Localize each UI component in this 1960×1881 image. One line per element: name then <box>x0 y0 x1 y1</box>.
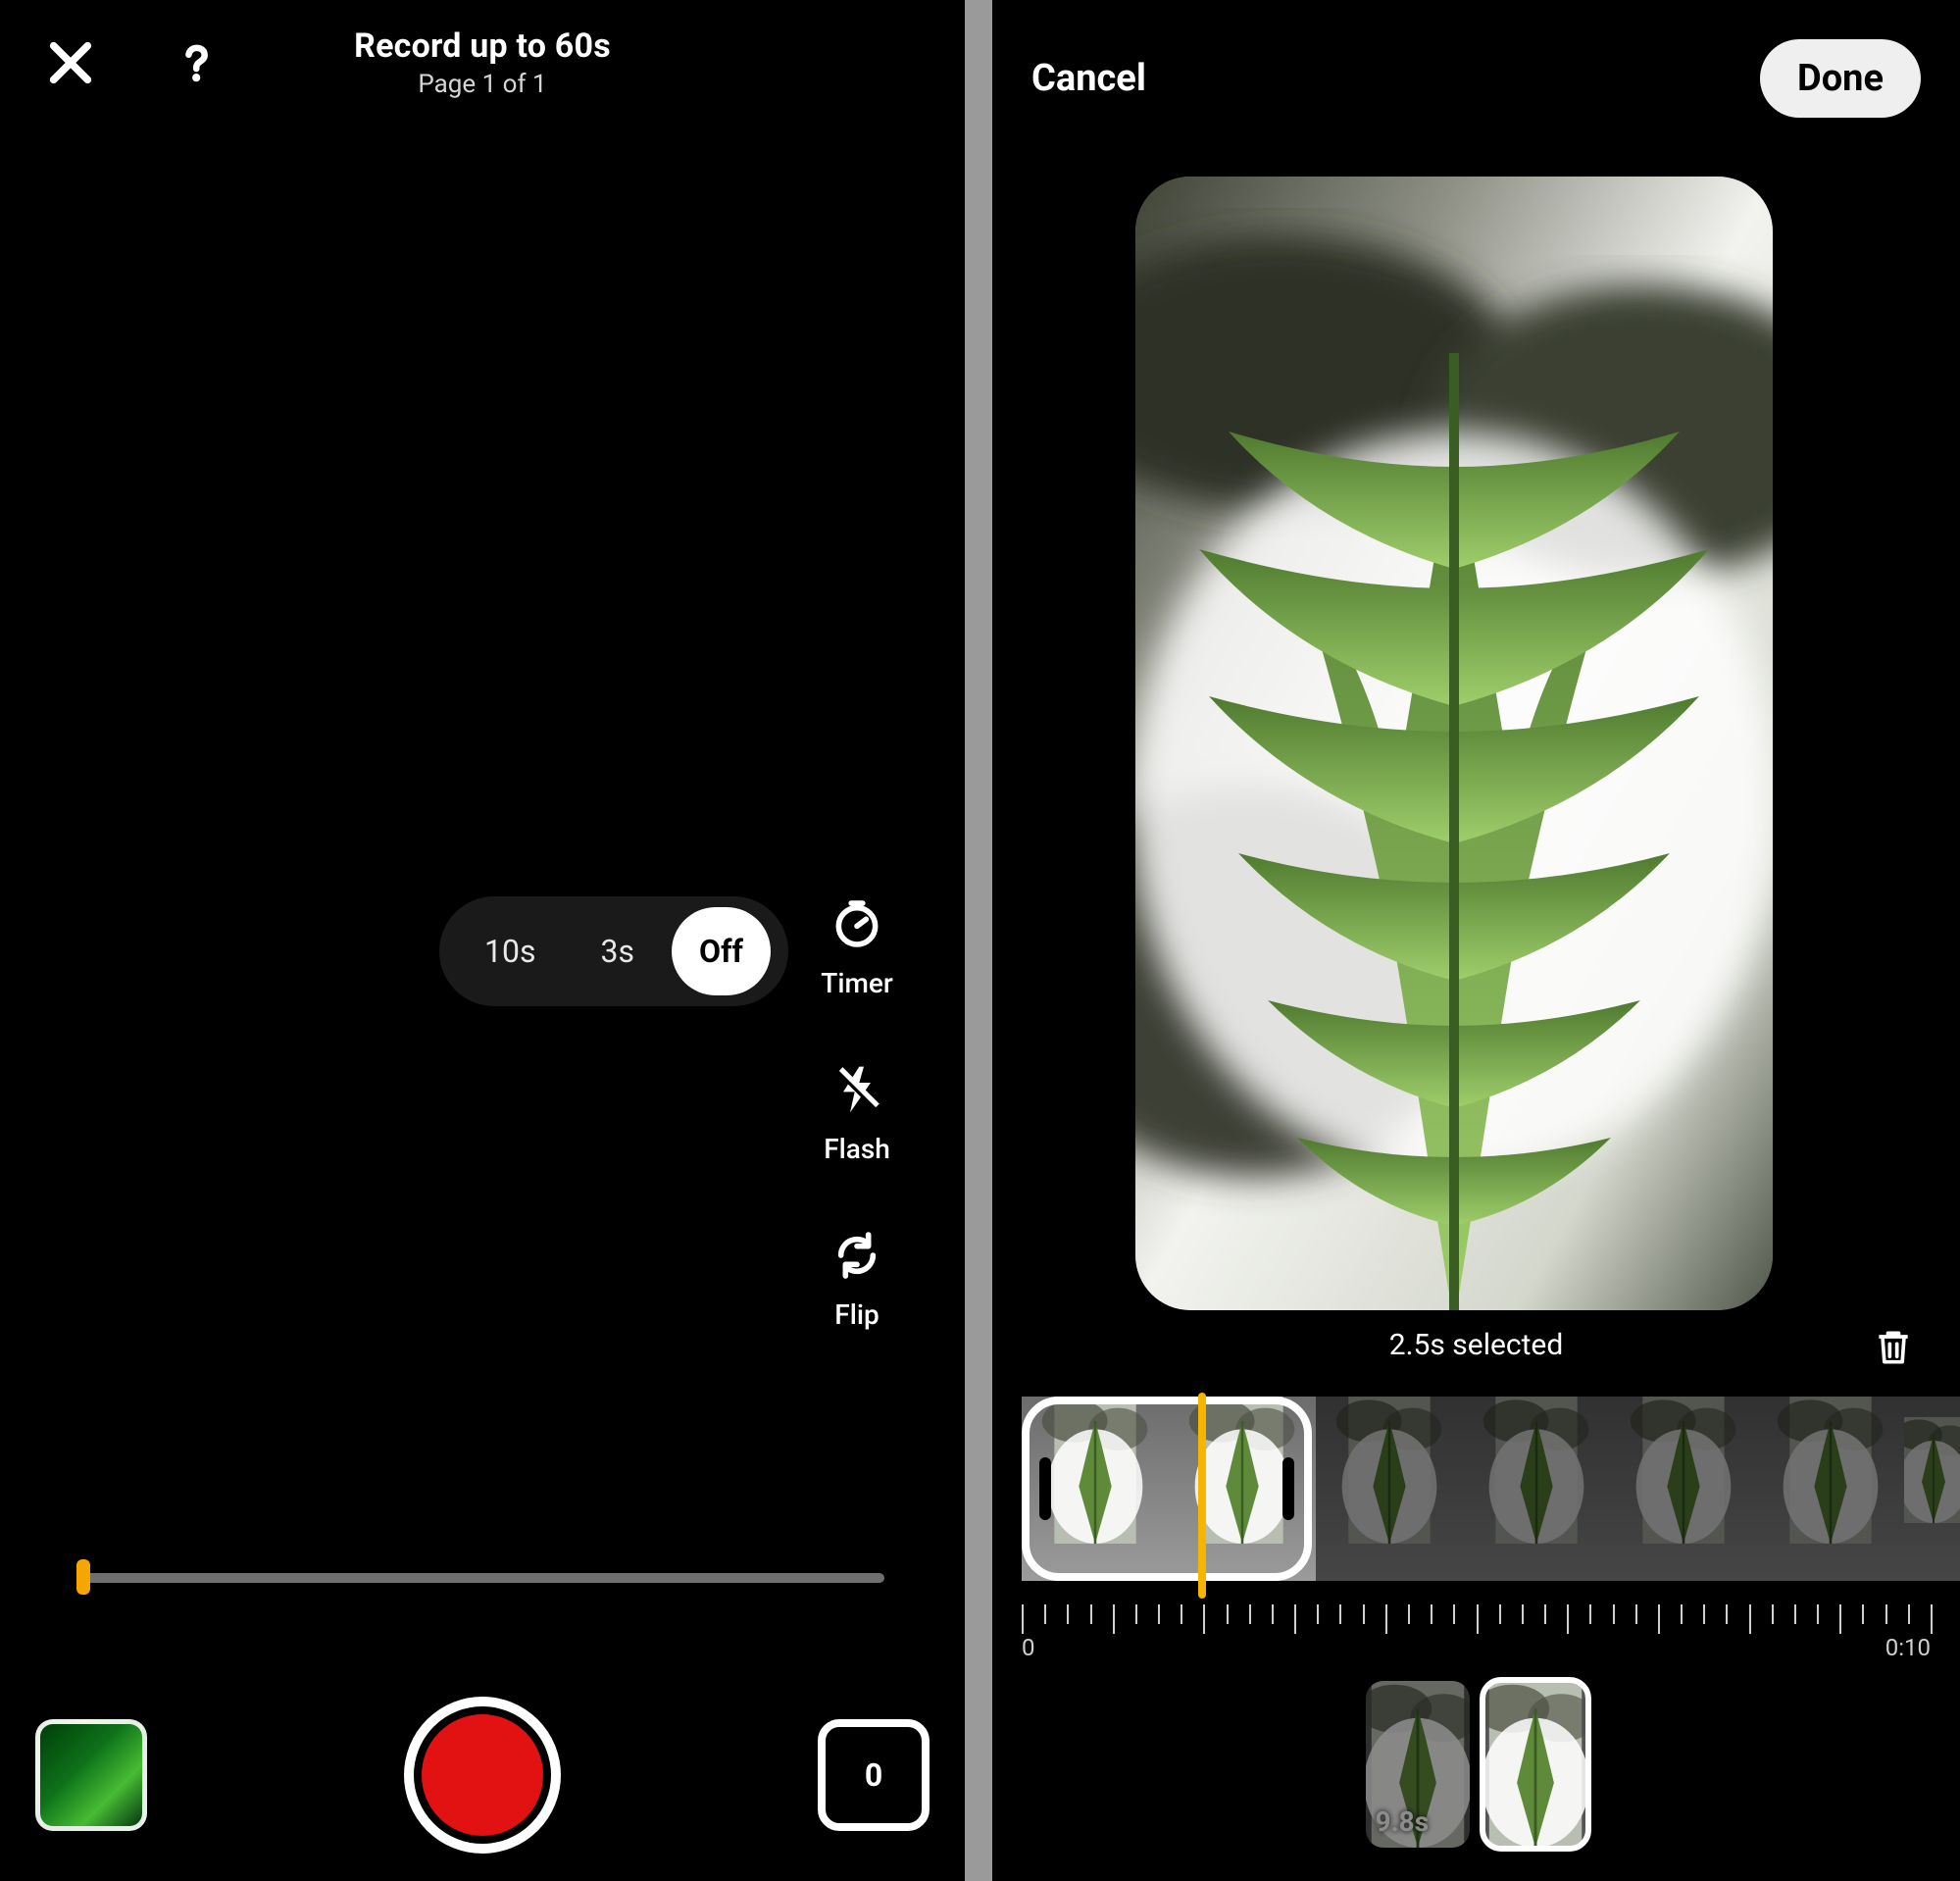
timer-option-3s[interactable]: 3s <box>574 907 663 995</box>
record-title: Record up to 60s <box>0 26 965 66</box>
ruler-end-label: 0:10 <box>1885 1634 1931 1661</box>
record-dot-icon <box>422 1714 543 1836</box>
record-progress-track[interactable] <box>76 1573 884 1583</box>
clip-2[interactable] <box>1483 1681 1587 1848</box>
clip-1[interactable]: 9.8s <box>1366 1681 1470 1848</box>
clip-count-button[interactable]: 0 <box>818 1719 930 1831</box>
record-button[interactable] <box>404 1697 561 1854</box>
trash-icon <box>1872 1326 1915 1369</box>
panel-divider <box>965 0 992 1881</box>
timer-label: Timer <box>821 967 893 999</box>
flip-label: Flip <box>834 1298 879 1331</box>
record-bottom-bar: 0 <box>0 1687 965 1863</box>
edit-header: Cancel Done <box>992 39 1960 118</box>
record-progress-marker[interactable] <box>76 1559 90 1595</box>
clip-list: 9.8s <box>992 1681 1960 1848</box>
flip-camera-icon <box>826 1224 888 1287</box>
flash-tool[interactable]: Flash <box>824 1058 890 1165</box>
timer-option-10s[interactable]: 10s <box>457 907 563 995</box>
flip-tool[interactable]: Flip <box>826 1224 888 1331</box>
selection-duration-label: 2.5s selected <box>1389 1328 1564 1362</box>
timer-icon <box>826 892 888 955</box>
cancel-button[interactable]: Cancel <box>1031 57 1146 100</box>
timeline[interactable] <box>1022 1397 1931 1591</box>
video-preview[interactable] <box>1135 177 1773 1310</box>
time-ruler: 0 0:10 <box>1022 1604 1931 1663</box>
playhead[interactable] <box>1198 1393 1206 1599</box>
clip-1-duration: 9.8s <box>1376 1805 1430 1838</box>
flash-off-icon <box>826 1058 888 1121</box>
record-subtitle: Page 1 of 1 <box>0 70 965 99</box>
done-button[interactable]: Done <box>1760 39 1921 118</box>
fern-preview-image <box>1135 177 1773 1310</box>
timeline-frames[interactable] <box>1022 1397 1931 1581</box>
record-header: Record up to 60s Page 1 of 1 <box>0 4 965 104</box>
ruler-start-label: 0 <box>1022 1634 1035 1661</box>
camera-tools: Timer Flash Flip <box>788 892 926 1331</box>
delete-clip-button[interactable] <box>1866 1320 1921 1375</box>
timer-tool[interactable]: Timer <box>821 892 893 999</box>
timer-options: 10s 3s Off <box>439 896 788 1006</box>
edit-screen: Cancel Done <box>992 0 1960 1881</box>
flash-label: Flash <box>824 1133 890 1165</box>
gallery-button[interactable] <box>35 1719 147 1831</box>
help-button[interactable] <box>155 22 237 104</box>
timer-option-off[interactable]: Off <box>672 907 771 995</box>
close-button[interactable] <box>29 22 112 104</box>
clip-count-value: 0 <box>865 1756 882 1794</box>
question-icon <box>171 37 222 88</box>
close-icon <box>45 37 96 88</box>
record-screen: Record up to 60s Page 1 of 1 10s 3s Off … <box>0 0 965 1881</box>
